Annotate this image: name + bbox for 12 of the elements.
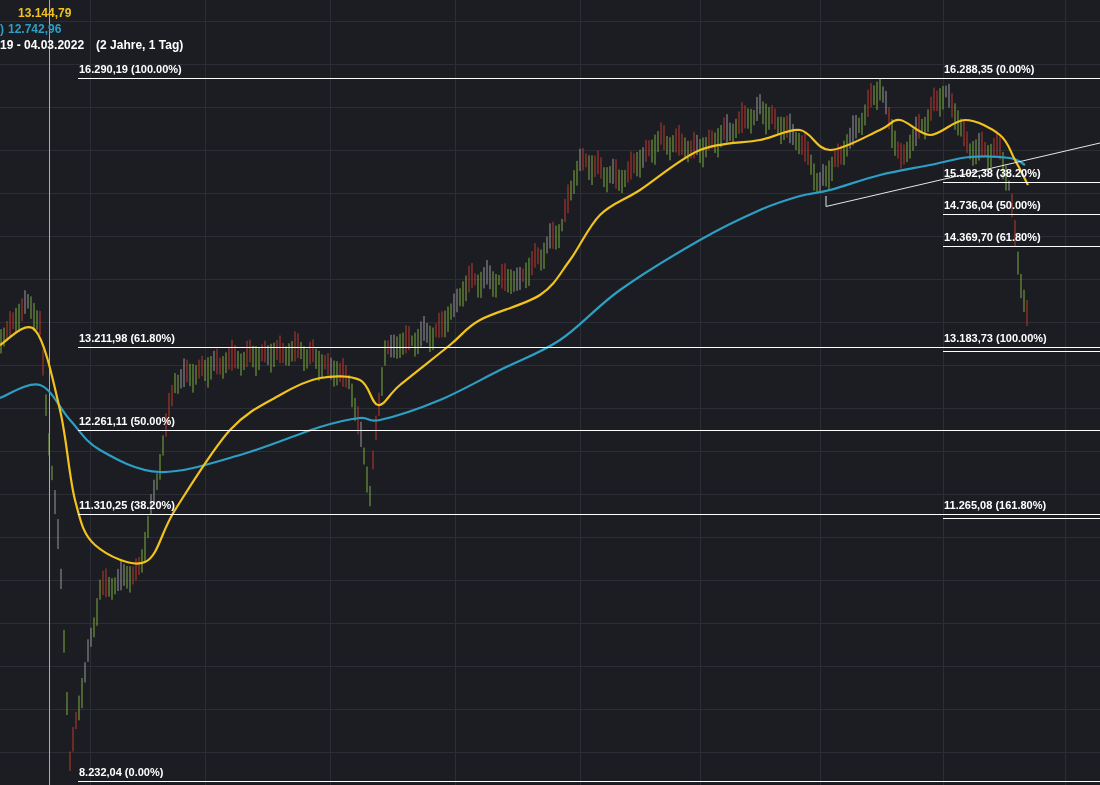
duration-label: (2 Jahre, 1 Tag)	[96, 38, 184, 53]
price-level-label: 11.310,25 (38.20%)	[79, 499, 176, 512]
price-level-label: 14.369,70 (61.80%)	[944, 231, 1041, 244]
price-level-label: 14.736,04 (50.00%)	[944, 199, 1041, 212]
legend-bracket: )	[0, 22, 4, 37]
price-level-label: 16.290,19 (100.00%)	[79, 63, 182, 76]
price-level-label: 16.288,35 (0.00%)	[944, 63, 1035, 76]
price-level-label: 8.232,04 (0.00%)	[79, 766, 164, 779]
price-level-label: 11.265,08 (161.80%)	[944, 499, 1047, 512]
price-level-label: 13.183,73 (100.00%)	[944, 332, 1047, 345]
price-level-label: 12.261,11 (50.00%)	[79, 415, 176, 428]
price-level-label: 13.211,98 (61.80%)	[79, 332, 176, 345]
